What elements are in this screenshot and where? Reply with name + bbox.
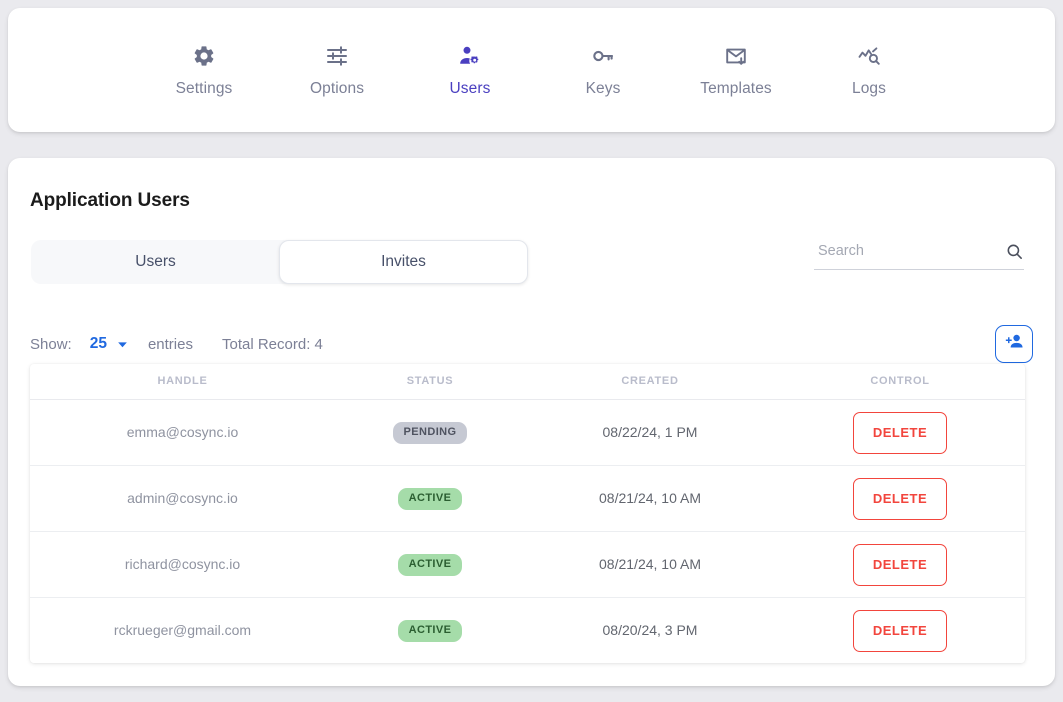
show-label: Show:: [30, 335, 72, 353]
status-badge: PENDING: [392, 421, 468, 444]
column-header-handle: HANDLE: [30, 364, 335, 400]
created-date: 08/22/24, 1 PM: [602, 423, 698, 440]
table-header-row: HANDLE STATUS CREATED CONTROL: [30, 364, 1025, 400]
nav-item-keys[interactable]: Keys: [537, 43, 670, 98]
cell-created: 08/21/24, 10 AM: [525, 531, 775, 598]
column-header-created: CREATED: [525, 364, 775, 400]
users-table: HANDLE STATUS CREATED CONTROL emma@cosyn…: [30, 364, 1025, 663]
segment-invites[interactable]: Invites: [279, 240, 528, 284]
search-icon[interactable]: [1005, 241, 1024, 261]
table-row: emma@cosync.io PENDING 08/22/24, 1 PM DE…: [30, 399, 1025, 466]
cell-created: 08/21/24, 10 AM: [525, 465, 775, 532]
cell-handle: admin@cosync.io: [30, 465, 335, 532]
status-badge: ACTIVE: [397, 619, 463, 642]
nav-item-logs[interactable]: Logs: [803, 43, 936, 98]
top-nav-card: Settings Options Users Keys Templates Lo…: [8, 8, 1055, 132]
segment-label: Users: [135, 253, 176, 270]
status-badge: ACTIVE: [397, 487, 463, 510]
users-invites-segmented-control: Users Invites: [31, 240, 528, 284]
cell-control: DELETE: [775, 399, 1025, 466]
app-page: Settings Options Users Keys Templates Lo…: [0, 0, 1063, 702]
entries-per-page-select[interactable]: 25: [90, 335, 129, 353]
total-record-label: Total Record: 4: [221, 335, 323, 353]
add-user-button[interactable]: [995, 325, 1033, 363]
table-head: HANDLE STATUS CREATED CONTROL: [30, 364, 1025, 400]
cell-status: PENDING: [335, 399, 525, 466]
delete-button[interactable]: DELETE: [853, 543, 947, 586]
cell-control: DELETE: [775, 598, 1025, 664]
person-add-icon: [1004, 331, 1025, 357]
created-date: 08/20/24, 3 PM: [602, 621, 698, 638]
user-settings-icon: [457, 43, 483, 69]
cell-status: ACTIVE: [335, 465, 525, 532]
cell-control: DELETE: [775, 531, 1025, 598]
cell-created: 08/20/24, 3 PM: [525, 598, 775, 664]
column-header-control: CONTROL: [775, 364, 1025, 400]
nav-item-label: Templates: [700, 79, 772, 97]
main-content-card: Application Users Users Invites Show:: [8, 158, 1055, 686]
nav-item-options[interactable]: Options: [271, 43, 404, 98]
nav-item-templates[interactable]: Templates: [670, 43, 803, 98]
column-header-status: STATUS: [335, 364, 525, 400]
sliders-icon: [324, 43, 350, 69]
created-date: 08/21/24, 10 AM: [599, 555, 701, 572]
user-handle: admin@cosync.io: [127, 489, 238, 506]
delete-button[interactable]: DELETE: [853, 477, 947, 520]
key-icon: [590, 43, 616, 69]
entries-per-page-value: 25: [89, 335, 107, 352]
nav-item-label: Options: [309, 79, 365, 97]
cell-handle: richard@cosync.io: [30, 531, 335, 598]
delete-button[interactable]: DELETE: [853, 411, 947, 454]
nav-item-label: Logs: [851, 79, 886, 97]
page-title: Application Users: [30, 190, 190, 211]
user-handle: richard@cosync.io: [124, 555, 241, 572]
cell-created: 08/22/24, 1 PM: [525, 399, 775, 466]
chevron-down-icon: [116, 338, 129, 351]
cell-handle: rckrueger@gmail.com: [30, 598, 335, 664]
table-controls-row: Show: 25 entries Total Record: 4: [30, 325, 1033, 363]
segment-users[interactable]: Users: [31, 240, 280, 284]
search-field: [814, 236, 1024, 270]
cell-handle: emma@cosync.io: [30, 399, 335, 466]
cell-control: DELETE: [775, 465, 1025, 532]
cell-status: ACTIVE: [335, 598, 525, 664]
nav-item-settings[interactable]: Settings: [138, 43, 271, 98]
nav-item-label: Users: [449, 79, 491, 97]
table-row: admin@cosync.io ACTIVE 08/21/24, 10 AM D…: [30, 465, 1025, 532]
created-date: 08/21/24, 10 AM: [599, 489, 701, 506]
gear-icon: [191, 43, 217, 69]
cell-status: ACTIVE: [335, 531, 525, 598]
delete-button[interactable]: DELETE: [853, 609, 947, 652]
entries-label: entries: [147, 335, 193, 353]
table-row: rckrueger@gmail.com ACTIVE 08/20/24, 3 P…: [30, 598, 1025, 664]
nav-item-label: Settings: [175, 79, 233, 97]
envelope-down-icon: [723, 43, 749, 69]
user-handle: emma@cosync.io: [126, 423, 239, 440]
table-body: emma@cosync.io PENDING 08/22/24, 1 PM DE…: [30, 399, 1025, 664]
user-handle: rckrueger@gmail.com: [113, 621, 252, 638]
nav-item-label: Keys: [585, 79, 621, 97]
nav-item-users[interactable]: Users: [404, 43, 537, 98]
table-row: richard@cosync.io ACTIVE 08/21/24, 10 AM…: [30, 531, 1025, 598]
status-badge: ACTIVE: [397, 553, 463, 576]
users-table-card: HANDLE STATUS CREATED CONTROL emma@cosyn…: [30, 364, 1025, 663]
segment-label: Invites: [381, 253, 426, 270]
chart-search-icon: [856, 43, 882, 69]
nav-item-list: Settings Options Users Keys Templates Lo…: [128, 43, 936, 98]
search-input[interactable]: [814, 242, 1005, 263]
